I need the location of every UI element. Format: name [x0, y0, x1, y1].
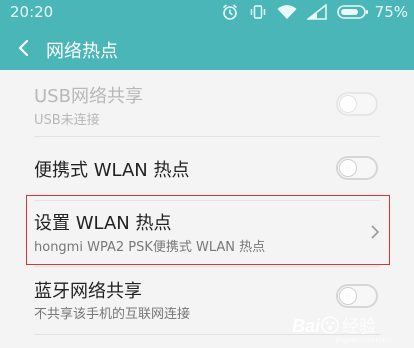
divider — [34, 200, 380, 201]
toggle-knob — [339, 159, 357, 177]
usb-tethering-title: USB网络共享 — [34, 86, 143, 107]
bluetooth-tethering-subtitle: 不共享该手机的互联网连接 — [34, 307, 191, 322]
page-title: 网络热点 — [46, 41, 118, 62]
signal-icon — [306, 4, 327, 20]
toggle-knob — [339, 95, 357, 113]
vibrate-icon — [249, 3, 267, 21]
app-header: 20:20 75% 网络热点 — [0, 0, 414, 70]
usb-tethering-row: USB网络共享 USB未连接 — [0, 70, 414, 132]
portable-hotspot-toggle[interactable] — [336, 156, 378, 180]
battery-icon — [336, 4, 369, 20]
divider — [34, 136, 380, 137]
divider — [34, 266, 380, 267]
battery-percent: 75% — [374, 3, 408, 21]
chevron-right-icon — [370, 224, 380, 240]
back-chevron-icon[interactable] — [16, 38, 32, 58]
usb-tethering-subtitle: USB未连接 — [34, 113, 100, 128]
svg-text:经验: 经验 — [342, 317, 376, 337]
settings-list: USB网络共享 USB未连接 便携式 WLAN 热点 设置 WLAN 热点 ho… — [0, 70, 414, 348]
portable-hotspot-row[interactable]: 便携式 WLAN 热点 — [0, 138, 414, 198]
portable-hotspot-title: 便携式 WLAN 热点 — [34, 160, 190, 181]
setup-hotspot-row[interactable]: 设置 WLAN 热点 hongmi WPA2 PSK便携式 WLAN 热点 — [0, 202, 414, 262]
bluetooth-tethering-title: 蓝牙网络共享 — [34, 281, 142, 302]
titlebar: 网络热点 — [0, 30, 414, 68]
svg-text:Bai: Bai — [292, 316, 321, 336]
toggle-knob — [339, 287, 357, 305]
setup-hotspot-subtitle: hongmi WPA2 PSK便携式 WLAN 热点 — [34, 240, 266, 255]
status-time: 20:20 — [10, 3, 54, 21]
bluetooth-tethering-toggle[interactable] — [336, 284, 378, 308]
alarm-icon — [221, 3, 239, 21]
baidu-watermark: Bai 经验 jingyan.baidu.com — [292, 312, 410, 344]
usb-tethering-toggle[interactable] — [336, 92, 378, 116]
status-icons: 75% — [211, 3, 408, 21]
wifi-icon — [277, 4, 297, 20]
status-bar: 20:20 75% — [0, 0, 414, 26]
setup-hotspot-title: 设置 WLAN 热点 — [34, 213, 172, 234]
svg-text:jingyan.baidu.com: jingyan.baidu.com — [335, 337, 393, 344]
